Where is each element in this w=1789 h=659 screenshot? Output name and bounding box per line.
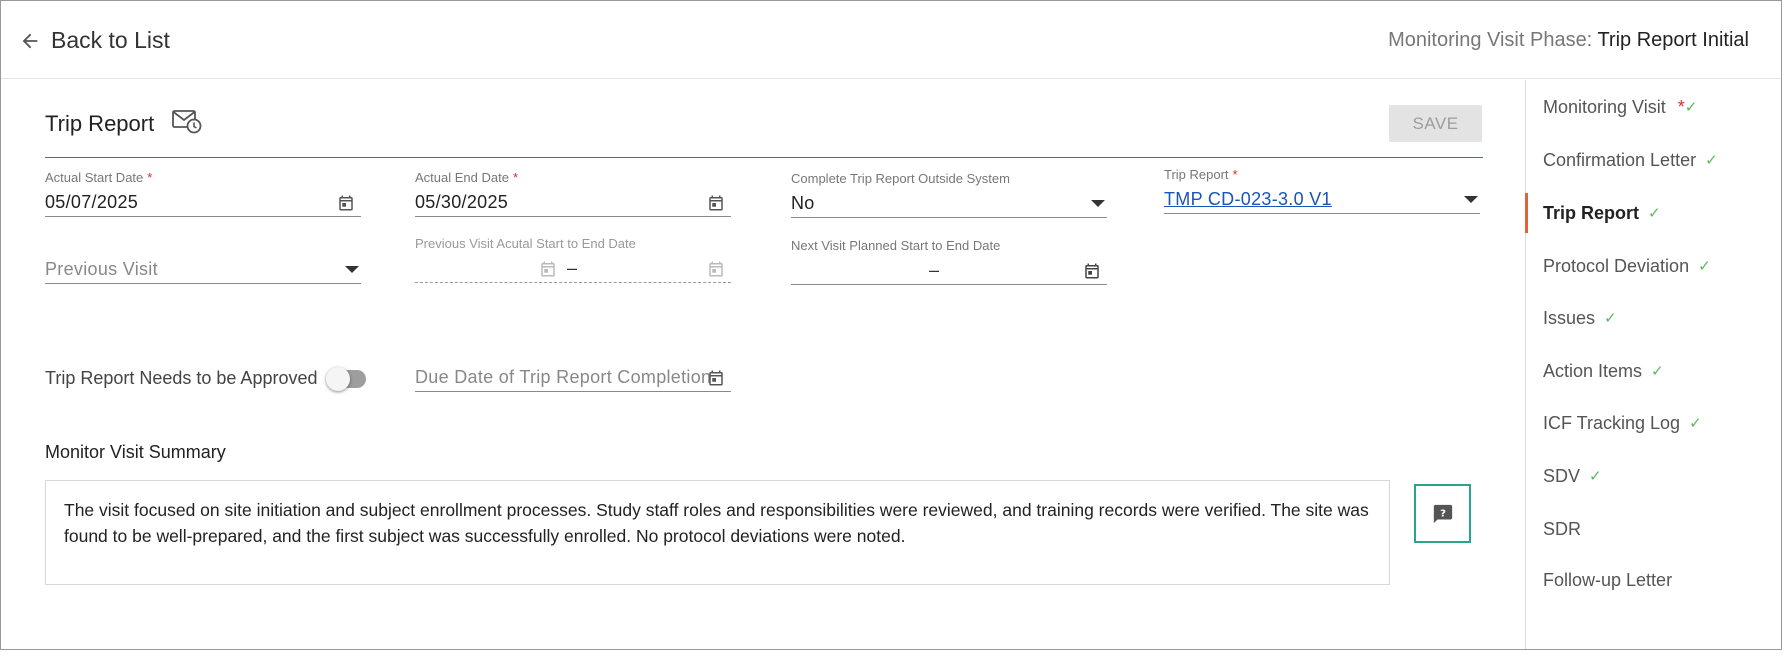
back-to-list-link[interactable]: Back to List — [19, 27, 170, 54]
phase-label: Monitoring Visit Phase: — [1388, 29, 1593, 51]
chevron-down-icon[interactable] — [1464, 196, 1478, 203]
phase-indicator: Monitoring Visit Phase: Trip Report Init… — [1388, 29, 1749, 52]
actual-end-date-input[interactable]: 05/30/2025 — [415, 189, 731, 217]
sidenav-item-label: Issues — [1543, 307, 1596, 328]
check-icon: ✓ — [1604, 310, 1617, 327]
actual-end-date-label: Actual End Date — [415, 170, 509, 185]
check-icon: ✓ — [1684, 99, 1698, 116]
check-icon: ✓ — [1705, 152, 1718, 169]
required-marker: * — [1677, 96, 1685, 117]
actual-start-date-input[interactable]: 05/07/2025 — [45, 189, 361, 217]
next-visit-dates-input[interactable]: – — [791, 257, 1107, 285]
calendar-icon[interactable] — [707, 369, 725, 387]
section-title: Trip Report — [45, 110, 155, 136]
sidenav-item-label: ICF Tracking Log — [1543, 412, 1681, 433]
calendar-icon[interactable] — [707, 194, 725, 212]
date-range-separator: – — [567, 258, 578, 278]
section-divider — [45, 157, 1483, 158]
save-button[interactable]: SAVE — [1389, 105, 1482, 142]
due-date-field[interactable]: Due Date of Trip Report Completion — [415, 360, 731, 392]
date-range-separator: – — [929, 260, 940, 280]
check-icon: ✓ — [1589, 468, 1602, 485]
required-marker: * — [512, 170, 519, 185]
actual-end-date-value: 05/30/2025 — [415, 192, 509, 212]
trip-report-template-link[interactable]: TMP CD-023-3.0 V1 — [1164, 189, 1332, 209]
sidenav-item-issues[interactable]: Issues ✓ — [1526, 292, 1781, 344]
sidenav-item-label: SDV — [1543, 465, 1581, 486]
previous-visit-dates-label: Previous Visit Acutal Start to End Date — [415, 236, 636, 251]
sidenav-item-label: Action Items — [1543, 360, 1643, 381]
summary-textarea[interactable]: The visit focused on site initiation and… — [45, 480, 1390, 585]
previous-visit-dates-input: – — [415, 255, 731, 283]
help-comment-icon: ? — [1433, 504, 1452, 523]
actual-start-date-value: 05/07/2025 — [45, 192, 139, 212]
svg-text:?: ? — [1440, 508, 1446, 519]
sidenav-item-follow-up-letter[interactable]: Follow-up Letter — [1526, 554, 1781, 606]
required-marker: * — [147, 170, 153, 185]
trip-report-select[interactable]: TMP CD-023-3.0 V1 — [1164, 186, 1480, 214]
next-visit-dates-field[interactable]: Next Visit Planned Start to End Date – — [791, 238, 1107, 285]
sidenav-item-sdv[interactable]: SDV ✓ — [1526, 450, 1781, 502]
summary-label: Monitor Visit Summary — [45, 442, 226, 462]
sidenav-item-sdr[interactable]: SDR — [1526, 503, 1781, 555]
trip-report-select-field[interactable]: Trip Report * TMP CD-023-3.0 V1 — [1164, 167, 1480, 214]
sidenav-item-monitoring-visit[interactable]: Monitoring Visit * ✓ — [1526, 81, 1781, 133]
needs-approval-label: Trip Report Needs to be Approved — [45, 368, 318, 388]
app-frame: Back to List Monitoring Visit Phase: Tri… — [0, 0, 1782, 650]
needs-approval-toggle[interactable] — [325, 366, 366, 391]
calendar-icon[interactable] — [337, 194, 355, 212]
sidenav-item-confirmation-letter[interactable]: Confirmation Letter ✓ — [1526, 134, 1781, 186]
previous-visit-field[interactable]: Previous Visit — [45, 252, 361, 284]
sidenav-item-icf-tracking-log[interactable]: ICF Tracking Log ✓ — [1526, 397, 1781, 449]
chevron-down-icon[interactable] — [345, 266, 359, 273]
sidenav-item-protocol-deviation[interactable]: Protocol Deviation ✓ — [1526, 240, 1781, 292]
outside-system-select[interactable]: No — [791, 190, 1107, 218]
sidenav-item-label: Protocol Deviation — [1543, 255, 1690, 276]
sidenav-item-label: SDR — [1543, 518, 1582, 539]
section-header: Trip Report — [45, 108, 202, 139]
phase-side-nav: Monitoring Visit * ✓ Confirmation Letter ✓ … — [1525, 80, 1781, 649]
sidenav-item-label: Trip Report — [1543, 202, 1640, 223]
calendar-icon[interactable] — [1083, 262, 1101, 280]
mail-schedule-icon[interactable] — [172, 108, 202, 139]
top-header: Back to List Monitoring Visit Phase: Tri… — [1, 1, 1781, 79]
actual-start-date-field[interactable]: Actual Start Date * 05/07/2025 — [45, 170, 361, 217]
sidenav-item-trip-report[interactable]: Trip Report ✓ — [1525, 187, 1781, 239]
sidenav-item-label: Confirmation Letter — [1543, 149, 1697, 170]
required-marker: * — [1232, 167, 1238, 182]
sidenav-item-label: Monitoring Visit — [1543, 96, 1666, 117]
toggle-knob — [325, 366, 350, 391]
check-icon: ✓ — [1689, 415, 1702, 432]
outside-system-label: Complete Trip Report Outside System — [791, 171, 1010, 186]
arrow-left-icon — [22, 33, 38, 48]
previous-visit-select[interactable]: Previous Visit — [45, 256, 361, 284]
back-label: Back to List — [51, 27, 170, 53]
help-comment-button[interactable]: ? — [1414, 484, 1471, 543]
trip-report-form: Trip Report SAVE Actual Start Date * 05/0… — [1, 80, 1525, 649]
due-date-input[interactable]: Due Date of Trip Report Completion — [415, 364, 731, 392]
check-icon: ✓ — [1648, 205, 1661, 222]
trip-report-label: Trip Report — [1164, 167, 1229, 182]
check-icon: ✓ — [1698, 258, 1711, 275]
due-date-placeholder: Due Date of Trip Report Completion — [415, 367, 712, 387]
previous-visit-dates-field: Previous Visit Acutal Start to End Date … — [415, 236, 731, 283]
actual-start-date-label: Actual Start Date — [45, 170, 144, 185]
next-visit-dates-label: Next Visit Planned Start to End Date — [791, 238, 1001, 253]
outside-system-value: No — [791, 193, 815, 213]
chevron-down-icon[interactable] — [1091, 200, 1105, 207]
calendar-icon — [541, 261, 555, 277]
calendar-icon — [709, 261, 723, 277]
previous-visit-placeholder: Previous Visit — [45, 259, 158, 279]
actual-end-date-field[interactable]: Actual End Date * 05/30/2025 — [415, 170, 731, 217]
check-icon: ✓ — [1651, 363, 1664, 380]
outside-system-field[interactable]: Complete Trip Report Outside System No — [791, 171, 1107, 218]
needs-approval-toggle-row: Trip Report Needs to be Approved — [45, 366, 366, 391]
sidenav-item-label: Follow-up Letter — [1543, 569, 1673, 590]
phase-value: Trip Report Initial — [1597, 29, 1749, 51]
sidenav-item-action-items[interactable]: Action Items ✓ — [1526, 345, 1781, 397]
